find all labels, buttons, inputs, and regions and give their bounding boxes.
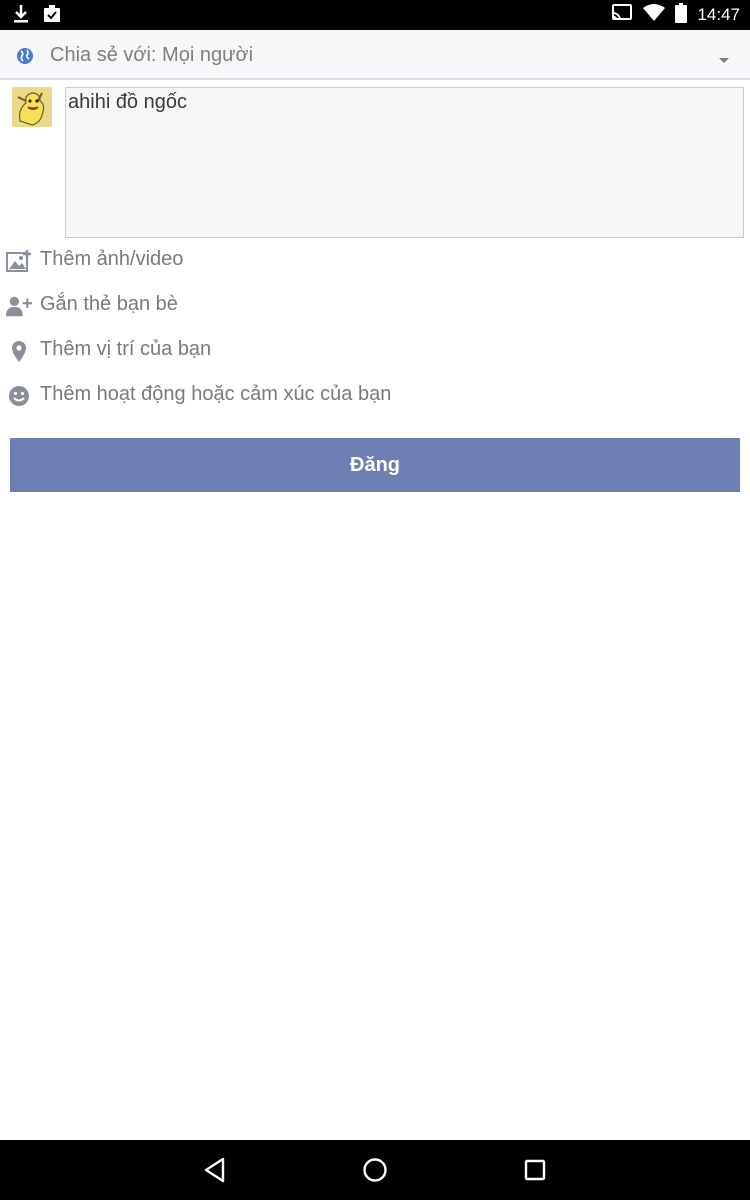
home-icon[interactable] [359, 1154, 391, 1186]
globe-icon [16, 47, 34, 70]
wifi-icon [643, 3, 666, 27]
add-photo-video-label: Thêm ảnh/video [40, 248, 184, 270]
post-text-input[interactable]: ahihi đồ ngốc [65, 87, 744, 238]
download-icon [12, 4, 30, 29]
tag-friends-option[interactable]: Gắn thẻ bạn bè [0, 285, 750, 325]
location-pin-icon [6, 338, 32, 364]
avatar [12, 87, 52, 127]
audience-selector[interactable]: Chia sẻ với: Mọi người [0, 30, 750, 80]
add-location-label: Thêm vị trí của bạn [40, 338, 212, 360]
smiley-icon [6, 383, 32, 409]
add-person-icon [6, 293, 32, 319]
status-bar: 14:47 [0, 0, 750, 30]
post-button[interactable]: Đăng [10, 438, 740, 492]
audience-label: Chia sẻ với: Mọi người [50, 44, 254, 66]
recents-icon[interactable] [519, 1154, 551, 1186]
cast-icon [611, 3, 633, 27]
clock: 14:47 [697, 5, 740, 24]
add-photo-icon [6, 248, 32, 274]
add-feeling-label: Thêm hoạt động hoặc cảm xúc của bạn [40, 383, 392, 405]
battery-icon [675, 2, 688, 28]
back-icon[interactable] [199, 1154, 231, 1186]
navigation-bar [0, 1140, 750, 1200]
add-photo-video-option[interactable]: Thêm ảnh/video [0, 240, 750, 280]
dropdown-arrow-icon[interactable] [718, 52, 730, 70]
tag-friends-label: Gắn thẻ bạn bè [40, 293, 178, 315]
add-feeling-option[interactable]: Thêm hoạt động hoặc cảm xúc của bạn [0, 375, 750, 415]
clipboard-check-icon [42, 4, 62, 29]
add-location-option[interactable]: Thêm vị trí của bạn [0, 330, 750, 370]
